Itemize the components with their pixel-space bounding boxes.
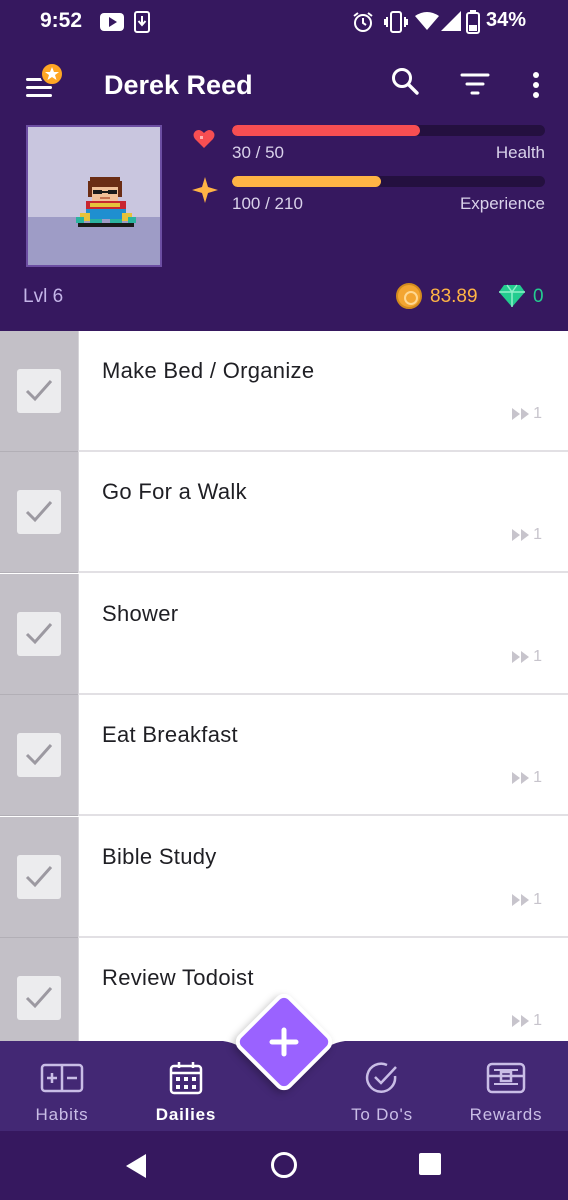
filter-icon[interactable] (460, 72, 490, 96)
gold-coin-icon (396, 283, 422, 309)
task-streak: 1 (512, 891, 542, 909)
task-title: Make Bed / Organize (102, 358, 315, 383)
task-row[interactable]: Go For a Walk 1 (0, 452, 568, 573)
search-icon[interactable] (390, 66, 420, 96)
nav-habits[interactable]: Habits (12, 1041, 112, 1131)
avatar[interactable] (26, 125, 162, 267)
username: Derek Reed (104, 70, 253, 100)
nav-todos-label: To Do's (351, 1105, 413, 1124)
recents-icon[interactable] (419, 1153, 441, 1175)
streak-icon (512, 408, 530, 420)
nav-rewards[interactable]: Rewards (456, 1041, 556, 1131)
heart-icon (193, 130, 215, 148)
wifi-icon (415, 12, 439, 30)
alarm-icon (353, 12, 373, 32)
streak-icon (512, 651, 530, 663)
status-time: 9:52 (40, 9, 83, 32)
checkmark-icon (25, 866, 53, 888)
nav-dailies-label: Dailies (155, 1105, 217, 1124)
checkmark-icon (25, 744, 53, 766)
checkmark-icon (25, 380, 53, 402)
task-checkbox[interactable] (17, 612, 61, 656)
task-checkbox[interactable] (17, 976, 61, 1020)
task-title: Review Todoist (102, 965, 254, 990)
dailies-list: Make Bed / Organize 1 Go For a Walk 1 Sh… (0, 331, 568, 1041)
battery-percentage: 34% (486, 9, 527, 31)
gem-value: 0 (533, 286, 544, 307)
task-row[interactable]: Eat Breakfast 1 (0, 695, 568, 816)
checkmark-icon (25, 501, 53, 523)
experience-value: 100 / 210 (232, 194, 303, 213)
home-icon[interactable] (271, 1152, 297, 1178)
star-icon (192, 177, 218, 203)
signal-icon (441, 11, 461, 31)
checkmark-icon (25, 987, 53, 1009)
task-checkbox[interactable] (17, 369, 61, 413)
task-streak: 1 (512, 648, 542, 666)
task-title: Eat Breakfast (102, 722, 238, 747)
task-row[interactable]: Bible Study 1 (0, 817, 568, 938)
habits-icon (40, 1063, 84, 1093)
more-vert-icon[interactable] (530, 72, 542, 100)
calendar-icon (169, 1062, 203, 1095)
star-badge-icon (40, 62, 64, 86)
chest-icon (486, 1062, 526, 1094)
experience-label: Experience (459, 194, 545, 213)
back-icon[interactable] (124, 1153, 148, 1179)
checkmark-icon (25, 623, 53, 645)
header: Derek Reed 30 / 50 Health 100 / 210 Expe… (0, 44, 568, 331)
task-streak: 1 (512, 405, 542, 423)
health-bar (232, 125, 545, 136)
task-row[interactable]: Shower 1 (0, 574, 568, 695)
task-title: Go For a Walk (102, 479, 247, 504)
battery-icon (466, 10, 480, 34)
check-circle-icon (365, 1062, 397, 1093)
experience-bar (232, 176, 545, 187)
streak-icon (512, 772, 530, 784)
task-title: Bible Study (102, 844, 217, 869)
task-streak: 1 (512, 769, 542, 787)
streak-icon (512, 529, 530, 541)
plus-icon[interactable] (262, 1020, 306, 1064)
streak-icon (512, 894, 530, 906)
task-streak: 1 (512, 526, 542, 544)
nav-habits-label: Habits (35, 1105, 89, 1124)
task-streak: 1 (512, 1012, 542, 1030)
download-icon (134, 11, 150, 33)
system-navigation (0, 1131, 568, 1200)
task-row[interactable]: Make Bed / Organize 1 (0, 331, 568, 452)
health-label: Health (495, 143, 545, 162)
task-checkbox[interactable] (17, 733, 61, 777)
task-title: Shower (102, 601, 179, 626)
vibrate-icon (384, 11, 408, 33)
streak-icon (512, 1015, 530, 1027)
task-checkbox[interactable] (17, 490, 61, 534)
task-checkbox[interactable] (17, 855, 61, 899)
gold-value: 83.89 (430, 286, 478, 307)
menu-button[interactable] (22, 62, 64, 104)
avatar-sprite (76, 177, 136, 227)
status-bar: 9:52 34% (0, 0, 568, 44)
gem-icon (499, 284, 525, 307)
nav-rewards-label: Rewards (469, 1105, 543, 1124)
level-label: Lvl 6 (23, 286, 64, 307)
youtube-icon (100, 13, 124, 31)
health-value: 30 / 50 (232, 143, 284, 162)
